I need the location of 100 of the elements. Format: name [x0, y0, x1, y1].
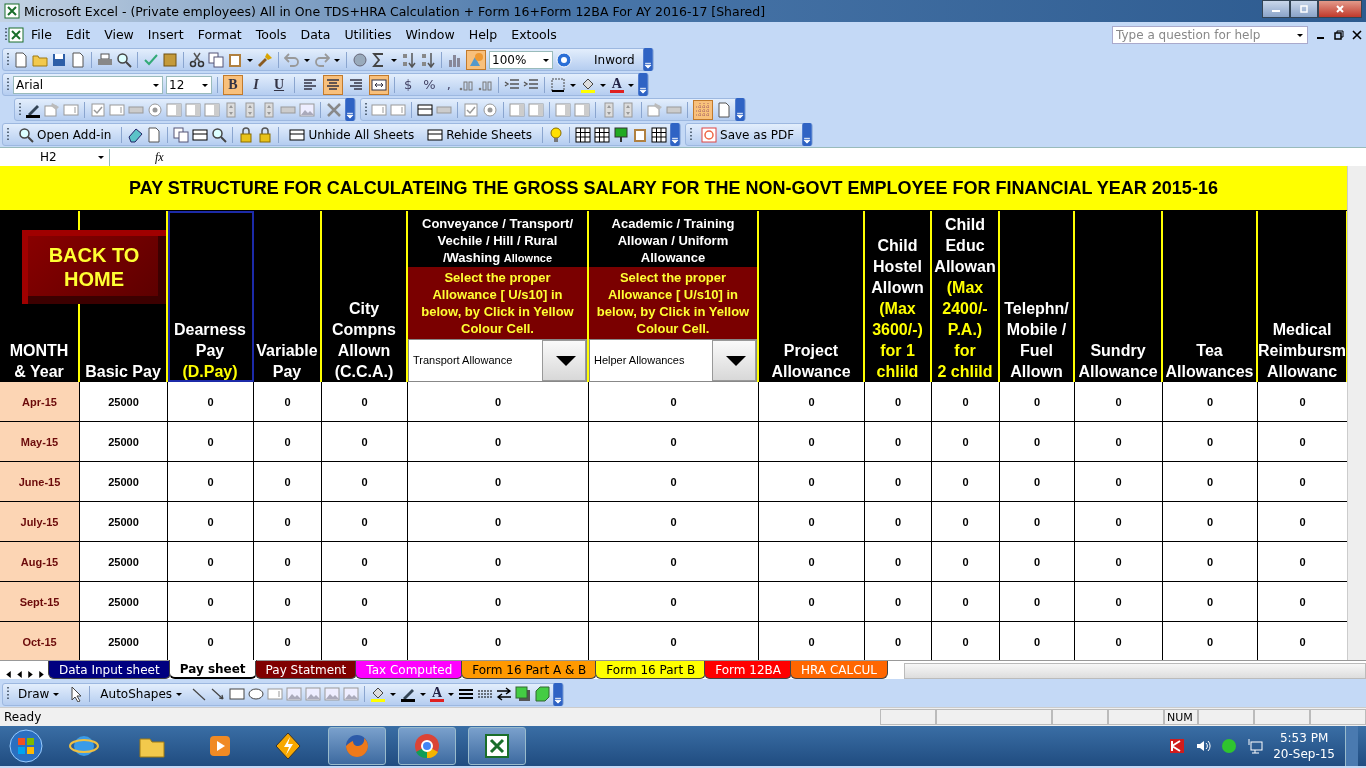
- status-dot-icon[interactable]: [1221, 738, 1238, 754]
- oval-icon[interactable]: [248, 686, 265, 702]
- dropdown-arrow-icon[interactable]: [419, 690, 428, 698]
- unhide-sheets-button[interactable]: Unhide All Sheets: [284, 124, 420, 145]
- linestyle-icon[interactable]: [458, 686, 475, 702]
- close-icon[interactable]: [1352, 29, 1362, 40]
- merge-center-button[interactable]: [369, 74, 389, 95]
- toolbar-options-icon[interactable]: [642, 48, 653, 71]
- checkbox-icon[interactable]: [463, 101, 479, 118]
- menu-item[interactable]: Format: [190, 25, 249, 44]
- fill-icon[interactable]: [370, 686, 387, 702]
- font-field[interactable]: Arial: [13, 75, 163, 94]
- toolbar-options-icon[interactable]: [345, 98, 355, 121]
- sheet-tab[interactable]: Pay Statment: [254, 661, 358, 679]
- number-format-button[interactable]: %: [419, 77, 440, 92]
- magnifier-icon[interactable]: [18, 126, 34, 143]
- board-icon[interactable]: [613, 126, 630, 143]
- dropdown-arrow-icon[interactable]: [175, 690, 184, 698]
- borders-icon[interactable]: [549, 76, 566, 93]
- allowance-dropdown[interactable]: Transport Allowance: [408, 339, 587, 382]
- sheet-tab[interactable]: Form 16 Part A & B: [461, 661, 598, 679]
- sheet-tab[interactable]: Form 16 Part B: [595, 661, 707, 679]
- help-icon[interactable]: [556, 51, 572, 68]
- swap-icon[interactable]: [496, 686, 513, 702]
- pdf-icon[interactable]: [701, 126, 718, 143]
- rect-icon[interactable]: [229, 686, 246, 702]
- pen-icon[interactable]: [400, 686, 417, 702]
- name-box[interactable]: H2: [0, 148, 110, 166]
- sort-icon[interactable]: [401, 51, 417, 68]
- toolbar-options-icon[interactable]: [637, 73, 648, 96]
- toolbar-options-icon[interactable]: [670, 123, 681, 146]
- number-format-button[interactable]: ,: [442, 77, 455, 92]
- autoshapes-menu-button[interactable]: AutoShapes: [95, 685, 189, 703]
- cube-icon[interactable]: [534, 686, 551, 702]
- radio-icon[interactable]: [147, 101, 163, 118]
- grid-icon[interactable]: [651, 126, 668, 143]
- font-color-button[interactable]: A: [609, 76, 624, 93]
- magnifier-icon[interactable]: [116, 51, 132, 68]
- menu-item[interactable]: Tools: [248, 25, 294, 44]
- sheet-tab[interactable]: Data Input sheet: [48, 661, 171, 679]
- font-color-button[interactable]: A: [430, 686, 445, 702]
- fill-icon[interactable]: [579, 76, 596, 93]
- sheet-tab[interactable]: Form 12BA: [704, 661, 792, 679]
- line-icon[interactable]: [191, 686, 208, 702]
- horizontal-scrollbar[interactable]: [904, 663, 1366, 679]
- text-style-button[interactable]: B: [223, 74, 243, 95]
- save-as-pdf-button[interactable]: Save as PDF: [696, 124, 800, 145]
- toolbar-options-icon[interactable]: [735, 98, 745, 121]
- align-center-button[interactable]: [323, 74, 343, 95]
- menu-item[interactable]: Help: [461, 25, 505, 44]
- number-format-button[interactable]: $: [400, 77, 417, 92]
- vertical-scrollbar[interactable]: [1347, 166, 1366, 660]
- copy-icon[interactable]: [208, 51, 224, 68]
- help-search-field[interactable]: Type a question for help: [1112, 25, 1308, 44]
- frame-icon[interactable]: [427, 126, 444, 143]
- volume-icon[interactable]: [1195, 738, 1212, 754]
- open-add-in-button[interactable]: Open Add-in: [13, 124, 117, 145]
- network-icon[interactable]: [1247, 738, 1264, 754]
- clock[interactable]: 5:53 PM 20-Sep-15: [1273, 730, 1335, 762]
- start-button[interactable]: [8, 728, 44, 764]
- sheet-tab[interactable]: Pay sheet: [168, 660, 257, 679]
- page-icon[interactable]: [70, 51, 86, 68]
- magnifier-icon[interactable]: [211, 126, 228, 143]
- copy-icon[interactable]: [173, 126, 190, 143]
- menu-item[interactable]: Edit: [58, 25, 98, 44]
- menu-item[interactable]: Insert: [140, 25, 191, 44]
- eraser-icon[interactable]: [127, 126, 144, 143]
- page-icon[interactable]: [13, 51, 29, 68]
- rehide-sheets-button[interactable]: Rehide Sheets: [422, 124, 538, 145]
- minimize-button[interactable]: [1262, 0, 1290, 18]
- menu-item[interactable]: Utilities: [337, 25, 399, 44]
- menu-item[interactable]: Extools: [504, 25, 564, 44]
- grid-icon[interactable]: [575, 126, 592, 143]
- bulb-icon[interactable]: [548, 126, 565, 143]
- menu-item[interactable]: Window: [398, 25, 462, 44]
- toolbar-options-icon[interactable]: [553, 682, 564, 706]
- zoom-field[interactable]: 100%: [489, 50, 553, 69]
- allowance-dropdown[interactable]: Helper Allowances: [589, 339, 757, 382]
- lock-icon[interactable]: [238, 126, 255, 143]
- dropdown-arrow-icon[interactable]: [52, 690, 61, 698]
- radio-icon[interactable]: [482, 101, 498, 118]
- arrow-icon[interactable]: [210, 686, 227, 702]
- restore-button[interactable]: [1290, 0, 1318, 18]
- menu-item[interactable]: View: [97, 25, 141, 44]
- back-to-home-button[interactable]: BACK TO HOME: [22, 230, 166, 304]
- dropdown-arrow-icon[interactable]: [447, 690, 456, 698]
- scissors-icon[interactable]: [189, 51, 205, 68]
- inword-button[interactable]: Inword: [589, 50, 640, 69]
- draw-menu-button[interactable]: Draw: [13, 685, 66, 703]
- frame-icon[interactable]: [417, 101, 433, 118]
- frame-icon[interactable]: [192, 126, 209, 143]
- menu-item[interactable]: Data: [293, 25, 338, 44]
- brush-icon[interactable]: [257, 51, 273, 68]
- dropdown-arrow-icon[interactable]: [389, 690, 398, 698]
- text-style-button[interactable]: U: [269, 74, 289, 95]
- checkbox-icon[interactable]: [90, 101, 106, 118]
- lock-icon[interactable]: [257, 126, 274, 143]
- toolbar-options-icon[interactable]: [802, 123, 813, 146]
- shadow-icon[interactable]: [515, 686, 532, 702]
- grid-icon[interactable]: [594, 126, 611, 143]
